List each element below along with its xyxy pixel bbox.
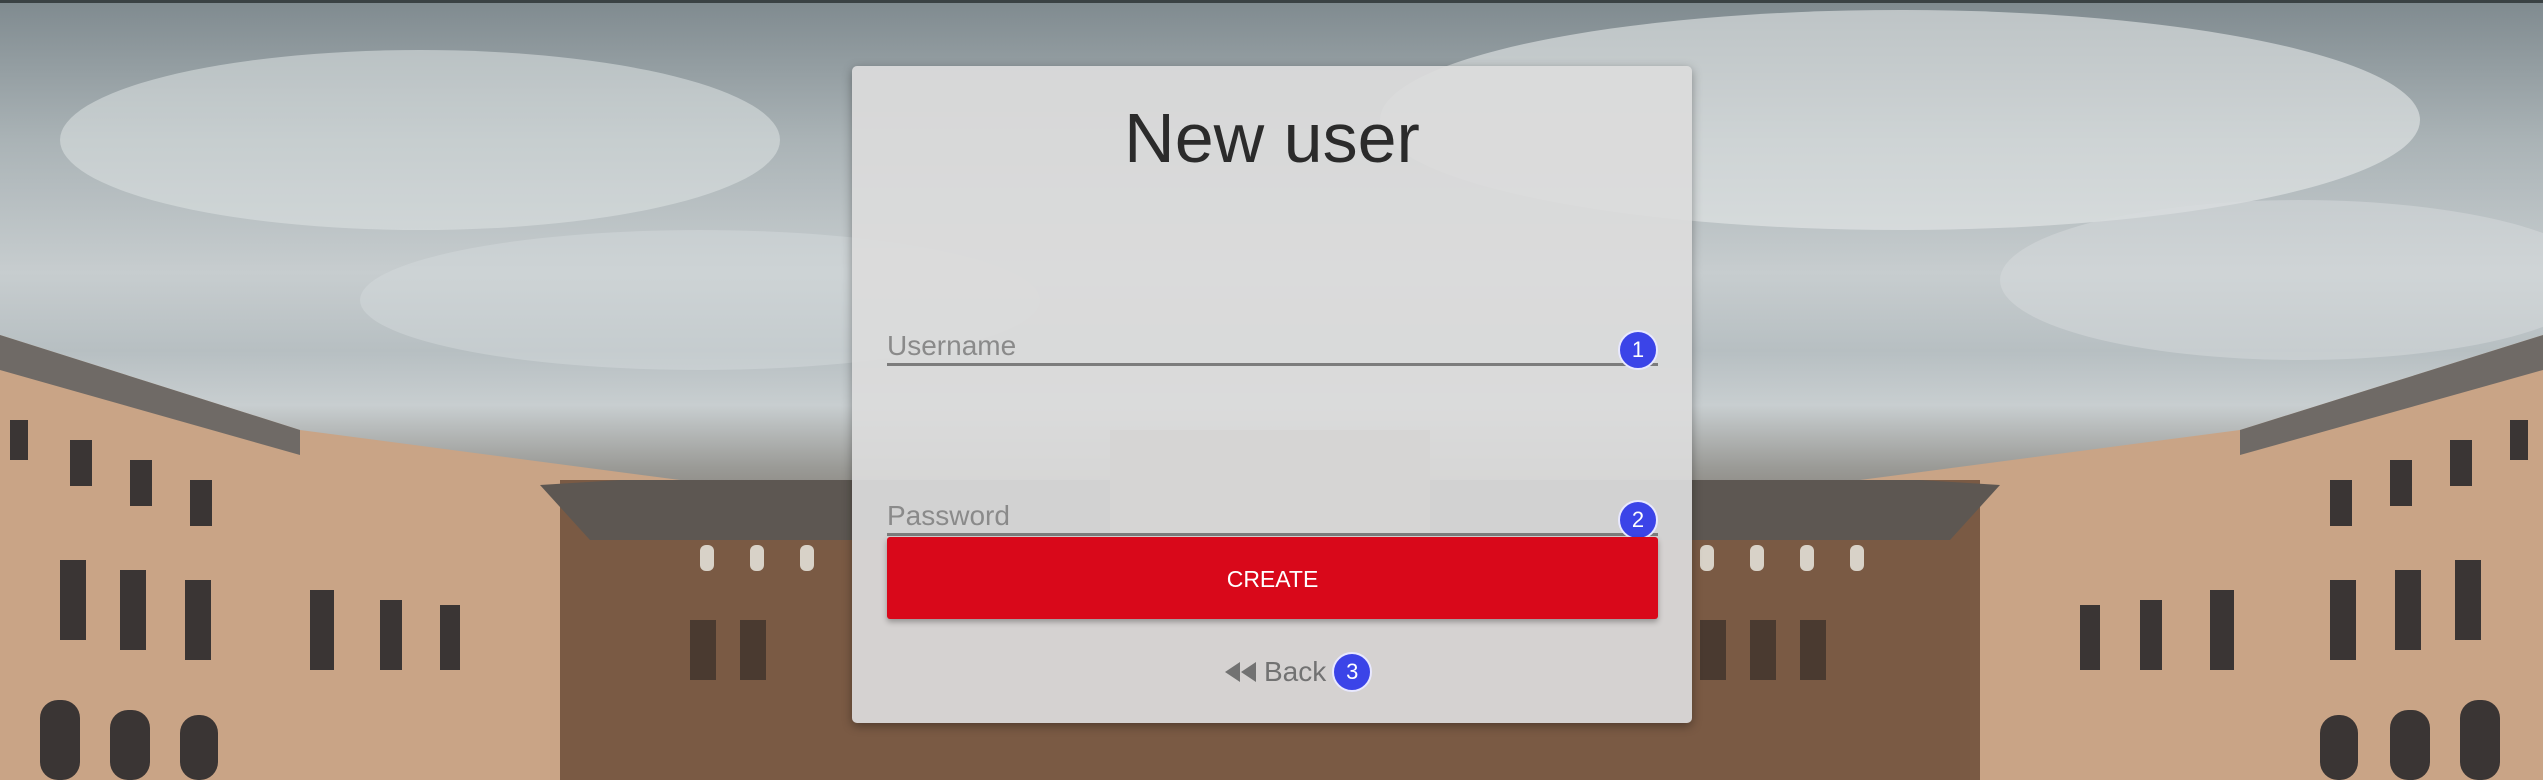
create-button[interactable]: CREATE [887,537,1658,619]
back-link[interactable]: Back 3 [1224,651,1373,693]
page-title: New user [1124,99,1420,177]
annotation-badge-2: 2 [1618,500,1658,540]
username-placeholder: Username [887,330,1017,361]
username-underline [887,363,1658,366]
rewind-icon [1225,662,1256,682]
password-placeholder: Password [887,500,1010,531]
password-underline [887,533,1658,536]
top-border [0,0,2543,3]
password-field[interactable]: Password 2 [887,476,1658,540]
annotation-badge-3: 3 [1332,652,1373,692]
annotation-badge-1: 1 [1618,330,1658,370]
back-label: Back [1264,656,1327,687]
new-user-form-card: New user Username 1 Password 2 CREATE Ba… [852,66,1692,723]
username-field[interactable]: Username 1 [887,306,1658,370]
